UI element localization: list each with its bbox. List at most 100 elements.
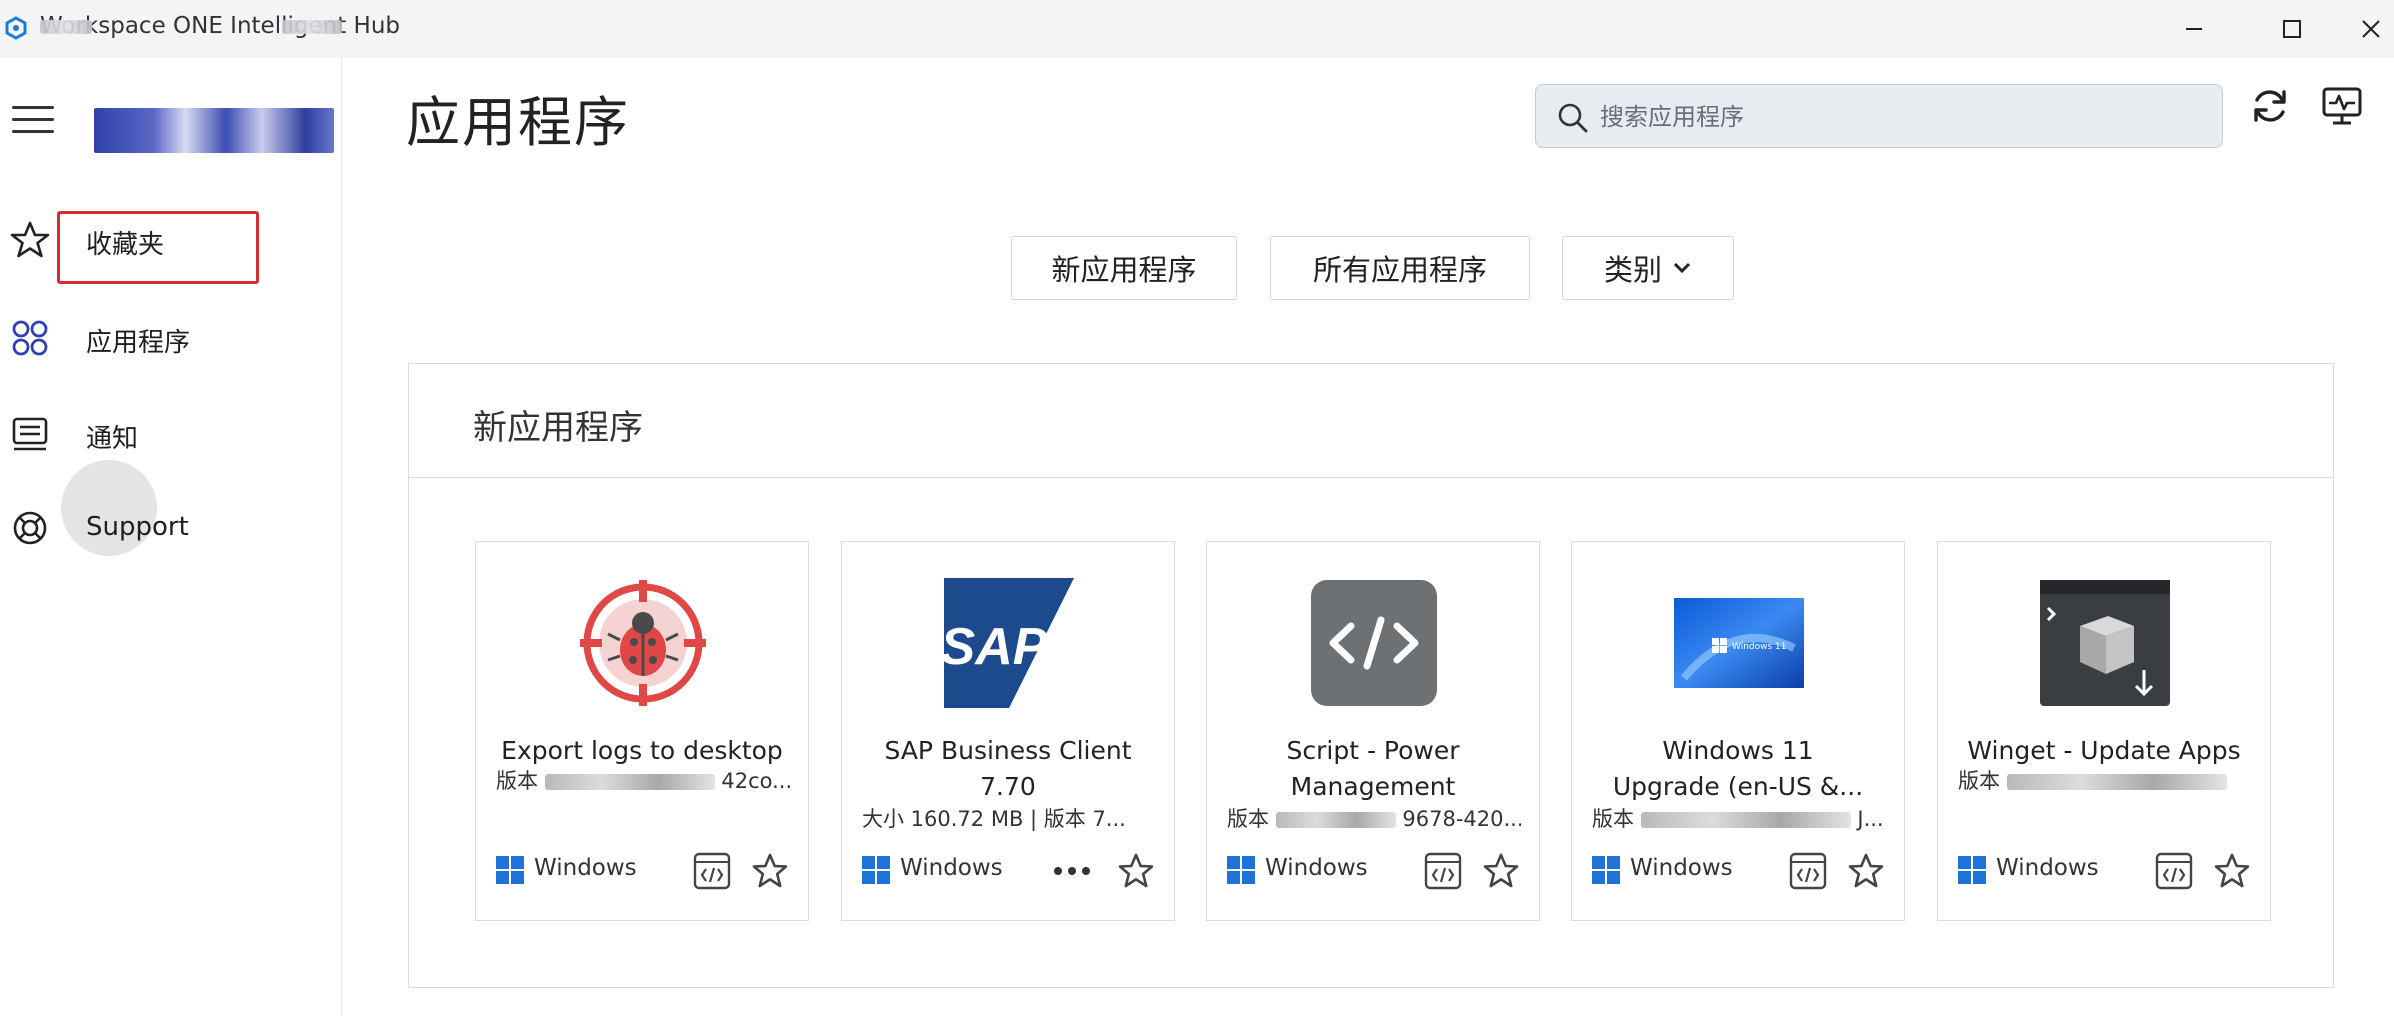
favorite-star-icon[interactable] bbox=[1846, 851, 1886, 891]
app-name: Script - Power bbox=[1286, 736, 1460, 765]
platform-label: Windows bbox=[1996, 855, 2099, 881]
windows-icon bbox=[862, 856, 890, 884]
sidebar-item-label: 通知 bbox=[86, 424, 139, 454]
sidebar: 收藏夹 应用程序 通知 Support bbox=[0, 58, 342, 1016]
sidebar-item-label: 应用程序 bbox=[86, 328, 191, 358]
company-logo bbox=[94, 108, 334, 153]
app-name: Export logs to desktop bbox=[501, 736, 783, 765]
sidebar-item-apps[interactable]: 应用程序 bbox=[0, 304, 342, 370]
maximize-icon bbox=[2283, 20, 2301, 38]
close-button[interactable] bbox=[2348, 0, 2394, 58]
svg-text:Windows 11: Windows 11 bbox=[1732, 642, 1787, 652]
app-meta: 版本 42co... bbox=[496, 766, 790, 796]
refresh-icon[interactable] bbox=[2248, 84, 2292, 128]
menu-toggle-button[interactable] bbox=[12, 104, 56, 136]
platform-label: Windows bbox=[1630, 855, 1733, 881]
windows-icon bbox=[1592, 856, 1620, 884]
code-icon bbox=[1309, 578, 1439, 708]
version-tail: J... bbox=[1857, 807, 1884, 831]
bug-target-icon bbox=[578, 578, 708, 708]
selection-highlight bbox=[57, 211, 259, 284]
sidebar-item-notifications[interactable]: 通知 bbox=[0, 400, 342, 466]
app-name: Winget - Update Apps bbox=[1967, 736, 2241, 765]
device-health-icon[interactable] bbox=[2320, 84, 2364, 128]
app-name: Windows 11 bbox=[1662, 736, 1814, 765]
svg-text:SAP: SAP bbox=[944, 618, 1048, 676]
minimize-icon bbox=[2186, 28, 2202, 30]
windows-icon bbox=[1958, 856, 1986, 884]
app-card[interactable]: Script - Power Management 版本 9678-420...… bbox=[1206, 541, 1540, 921]
filter-label: 所有应用程序 bbox=[1312, 253, 1487, 287]
app-meta: 版本 J... bbox=[1592, 804, 1886, 834]
windows11-thumbnail: Windows 11 bbox=[1674, 578, 1804, 708]
filter-label: 新应用程序 bbox=[1051, 253, 1197, 287]
version-tail: 42co... bbox=[721, 769, 790, 793]
version-label: 版本 bbox=[1958, 769, 2000, 793]
category-dropdown[interactable]: 类别 bbox=[1562, 236, 1734, 300]
close-icon bbox=[2362, 20, 2380, 38]
script-icon[interactable] bbox=[692, 851, 732, 891]
minimize-button[interactable] bbox=[2158, 0, 2230, 58]
sidebar-item-label: Support bbox=[86, 512, 189, 542]
card-footer: Windows bbox=[1958, 847, 2252, 893]
window-title: Workspace ONE Intelligent Hub bbox=[40, 13, 401, 39]
version-label: 版本 bbox=[496, 769, 538, 793]
apps-icon bbox=[12, 320, 48, 356]
package-install-icon bbox=[2040, 578, 2170, 708]
filter-all-apps-button[interactable]: 所有应用程序 bbox=[1270, 236, 1530, 300]
app-card[interactable]: Winget - Update Apps 版本 Windows bbox=[1937, 541, 2271, 921]
app-meta: 版本 9678-420... bbox=[1227, 804, 1521, 834]
card-footer: Windows bbox=[862, 847, 1156, 893]
card-footer: Windows bbox=[1592, 847, 1886, 893]
windows-icon bbox=[1227, 856, 1255, 884]
app-meta: 版本 bbox=[1958, 766, 2252, 796]
redacted-text bbox=[1640, 812, 1851, 828]
app-card[interactable]: SAP SAP Business Client 7.70 大小 160.72 M… bbox=[841, 541, 1175, 921]
section-header: 新应用程序 bbox=[409, 364, 2333, 478]
search-icon bbox=[1558, 103, 1588, 133]
redacted-text bbox=[1275, 812, 1396, 828]
redacted-text bbox=[544, 774, 715, 790]
sap-logo: SAP bbox=[944, 578, 1074, 708]
maximize-button[interactable] bbox=[2256, 0, 2328, 58]
version-label: 版本 bbox=[1592, 807, 1634, 831]
app-name: SAP Business Client bbox=[884, 736, 1132, 765]
filter-new-apps-button[interactable]: 新应用程序 bbox=[1011, 236, 1237, 300]
favorite-star-icon[interactable] bbox=[1481, 851, 1521, 891]
chevron-down-icon bbox=[1673, 262, 1691, 274]
version-label: 版本 bbox=[1227, 807, 1269, 831]
script-icon[interactable] bbox=[1788, 851, 1828, 891]
title-redaction bbox=[40, 20, 92, 34]
sidebar-item-support[interactable]: Support bbox=[0, 494, 342, 560]
app-name-line2: 7.70 bbox=[980, 772, 1036, 801]
platform-label: Windows bbox=[1265, 855, 1368, 881]
filter-label: 类别 bbox=[1603, 253, 1662, 287]
version-tail: 9678-420... bbox=[1402, 807, 1521, 831]
platform-label: Windows bbox=[900, 855, 1003, 881]
search-box[interactable] bbox=[1535, 84, 2223, 148]
card-footer: Windows bbox=[1227, 847, 1521, 893]
windows-icon bbox=[496, 856, 524, 884]
section-title: 新应用程序 bbox=[473, 408, 643, 448]
favorite-star-icon[interactable] bbox=[1116, 851, 1156, 891]
favorite-star-icon[interactable] bbox=[2212, 851, 2252, 891]
title-redaction bbox=[282, 20, 342, 34]
page-title: 应用程序 bbox=[406, 91, 630, 154]
star-icon bbox=[10, 221, 50, 258]
app-card[interactable]: Windows 11 Windows 11 Upgrade (en-US &..… bbox=[1571, 541, 1905, 921]
redacted-text bbox=[2006, 774, 2227, 790]
app-card[interactable]: Export logs to desktop 版本 42co... Window… bbox=[475, 541, 809, 921]
app-meta: 大小 160.72 MB | 版本 7... bbox=[862, 807, 1126, 831]
app-logo-icon bbox=[5, 16, 27, 40]
card-footer: Windows bbox=[496, 847, 790, 893]
platform-label: Windows bbox=[534, 855, 637, 881]
favorite-star-icon[interactable] bbox=[750, 851, 790, 891]
more-options-icon[interactable] bbox=[1046, 851, 1098, 891]
title-bar: Workspace ONE Intelligent Hub bbox=[0, 0, 2394, 58]
script-icon[interactable] bbox=[2154, 851, 2194, 891]
lifebuoy-icon bbox=[13, 511, 47, 545]
app-name-line2: Management bbox=[1290, 772, 1456, 801]
search-input[interactable] bbox=[1600, 99, 2200, 135]
script-icon[interactable] bbox=[1423, 851, 1463, 891]
app-name-line2: Upgrade (en-US &... bbox=[1612, 772, 1864, 801]
